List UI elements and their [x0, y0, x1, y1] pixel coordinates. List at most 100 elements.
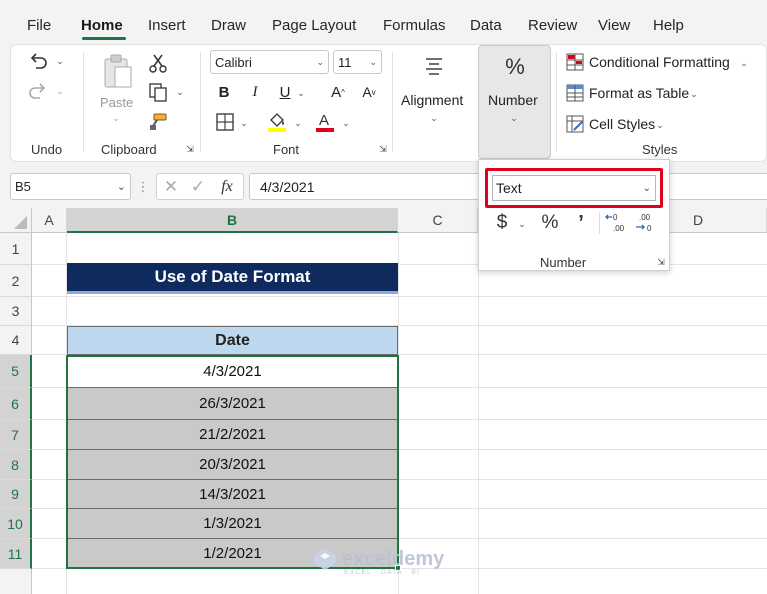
- tab-page-layout[interactable]: Page Layout: [272, 17, 356, 34]
- row-header[interactable]: 6: [0, 388, 32, 420]
- chevron-down-icon: ⌄: [642, 182, 651, 194]
- font-launcher-icon[interactable]: ⇲: [377, 143, 389, 155]
- bold-icon[interactable]: B: [214, 82, 234, 102]
- row-header[interactable]: 7: [0, 420, 32, 450]
- tab-file[interactable]: File: [27, 17, 51, 34]
- enter-icon[interactable]: ✓: [188, 177, 208, 197]
- chevron-down-icon[interactable]: ⌄: [689, 89, 699, 99]
- underline-icon[interactable]: U: [275, 82, 295, 102]
- tab-review[interactable]: Review: [528, 17, 577, 34]
- undo-dropdown-icon[interactable]: ⌄: [54, 55, 66, 67]
- formula-value: 4/3/2021: [260, 178, 315, 195]
- date-cell[interactable]: 14/3/2021: [67, 480, 398, 509]
- date-header-cell[interactable]: Date: [67, 326, 398, 355]
- active-tab-indicator: [82, 37, 126, 40]
- borders-icon[interactable]: [214, 112, 236, 132]
- increase-font-size-icon[interactable]: A ^: [327, 82, 349, 102]
- number-format-select[interactable]: Text ⌄: [492, 175, 656, 201]
- tab-data[interactable]: Data: [470, 17, 502, 34]
- date-cell[interactable]: 4/3/2021: [67, 355, 398, 388]
- fill-color-icon[interactable]: [266, 110, 288, 134]
- column-header-c[interactable]: C: [398, 208, 478, 233]
- cell-styles-icon[interactable]: [565, 114, 585, 134]
- cancel-icon[interactable]: ✕: [161, 177, 181, 197]
- watermark: exceldemy EXCEL · DATA · BI: [312, 546, 444, 576]
- cell-styles-label[interactable]: Cell Styles: [589, 116, 655, 132]
- conditional-formatting-icon[interactable]: [565, 52, 585, 72]
- separator: [556, 52, 557, 152]
- chevron-down-icon[interactable]: ⌄: [655, 120, 665, 130]
- font-name-select[interactable]: Calibri ⌄: [210, 50, 329, 74]
- clipboard-launcher-icon[interactable]: ⇲: [184, 143, 196, 155]
- alignment-icon[interactable]: [422, 54, 446, 78]
- tab-home[interactable]: Home: [81, 17, 123, 34]
- italic-icon[interactable]: I: [245, 82, 265, 102]
- cut-icon[interactable]: [147, 52, 169, 74]
- clipboard-group-label: Clipboard: [101, 142, 157, 157]
- row-header[interactable]: 3: [0, 297, 32, 326]
- decrease-decimal-icon[interactable]: .00 0: [633, 210, 657, 234]
- underline-dropdown-icon[interactable]: ⌄: [295, 87, 307, 99]
- redo-icon[interactable]: [26, 80, 50, 102]
- column-header-b[interactable]: B: [67, 208, 398, 233]
- date-cell[interactable]: 1/3/2021: [67, 509, 398, 539]
- row-header[interactable]: 2: [0, 265, 32, 297]
- select-all-corner[interactable]: [0, 208, 32, 233]
- borders-dropdown-icon[interactable]: ⌄: [238, 117, 250, 129]
- chevron-down-icon[interactable]: ⌄: [739, 58, 749, 68]
- decrease-font-size-icon[interactable]: Av: [358, 82, 380, 102]
- name-box[interactable]: B5 ⌄: [10, 173, 131, 200]
- alignment-dropdown-icon[interactable]: ⌄: [428, 112, 440, 124]
- font-color-icon[interactable]: A: [314, 110, 336, 134]
- row-header[interactable]: 10: [0, 509, 32, 539]
- font-size-select[interactable]: 11 ⌄: [333, 50, 382, 74]
- separator: [83, 52, 84, 152]
- sheet-title-cell[interactable]: Use of Date Format: [67, 263, 398, 294]
- svg-text:A: A: [319, 112, 329, 129]
- insert-function-icon[interactable]: fx: [216, 177, 238, 197]
- row-header[interactable]: 9: [0, 480, 32, 509]
- name-box-value: B5: [15, 179, 31, 194]
- increase-decimal-icon[interactable]: 0.00: [605, 210, 627, 234]
- number-format-flyout: Text ⌄ $ ⌄ % ’ 0.00 .00 0 Number ⇲: [478, 159, 670, 271]
- format-as-table-icon[interactable]: [565, 83, 585, 103]
- row-header[interactable]: 1: [0, 233, 32, 265]
- number-button-label: Number: [488, 92, 538, 108]
- fill-color-dropdown-icon[interactable]: ⌄: [292, 117, 304, 129]
- format-painter-icon[interactable]: [146, 111, 170, 133]
- tab-draw[interactable]: Draw: [211, 17, 246, 34]
- column-header-a[interactable]: A: [32, 208, 67, 233]
- date-cell[interactable]: 20/3/2021: [67, 450, 398, 480]
- row-header[interactable]: 4: [0, 326, 32, 355]
- number-launcher-icon[interactable]: ⇲: [655, 256, 667, 268]
- tab-formulas[interactable]: Formulas: [383, 17, 446, 34]
- watermark-name: exceldemy: [342, 547, 445, 570]
- tab-help[interactable]: Help: [653, 17, 684, 34]
- redo-dropdown-icon[interactable]: ⌄: [54, 85, 66, 97]
- font-group-label: Font: [273, 142, 300, 157]
- comma-style-icon[interactable]: ’: [573, 212, 589, 234]
- paste-icon[interactable]: [100, 52, 136, 92]
- row-header[interactable]: [0, 569, 32, 594]
- alignment-button-label[interactable]: Alignment: [401, 92, 463, 108]
- conditional-formatting-label[interactable]: Conditional Formatting: [589, 54, 730, 70]
- drag-handle-icon[interactable]: ⋮: [137, 177, 150, 197]
- undo-icon[interactable]: [26, 50, 50, 72]
- row-header[interactable]: 8: [0, 450, 32, 480]
- date-cell[interactable]: 21/2/2021: [67, 420, 398, 450]
- tab-insert[interactable]: Insert: [148, 17, 186, 34]
- copy-icon[interactable]: [146, 81, 170, 103]
- tab-view[interactable]: View: [598, 17, 630, 34]
- row-header[interactable]: 5: [0, 355, 32, 388]
- number-dropdown-icon: ⌄: [510, 112, 518, 123]
- number-group-label: Number: [540, 255, 587, 270]
- font-color-dropdown-icon[interactable]: ⌄: [340, 117, 352, 129]
- currency-dropdown-icon[interactable]: ⌄: [517, 218, 527, 230]
- date-cell[interactable]: 26/3/2021: [67, 388, 398, 420]
- format-as-table-label[interactable]: Format as Table: [589, 85, 689, 101]
- row-header[interactable]: 11: [0, 539, 32, 569]
- percent-style-icon[interactable]: %: [539, 212, 561, 234]
- currency-icon[interactable]: $: [493, 212, 511, 234]
- copy-dropdown-icon[interactable]: ⌄: [174, 86, 186, 98]
- paste-dropdown-icon[interactable]: ⌄: [110, 113, 122, 123]
